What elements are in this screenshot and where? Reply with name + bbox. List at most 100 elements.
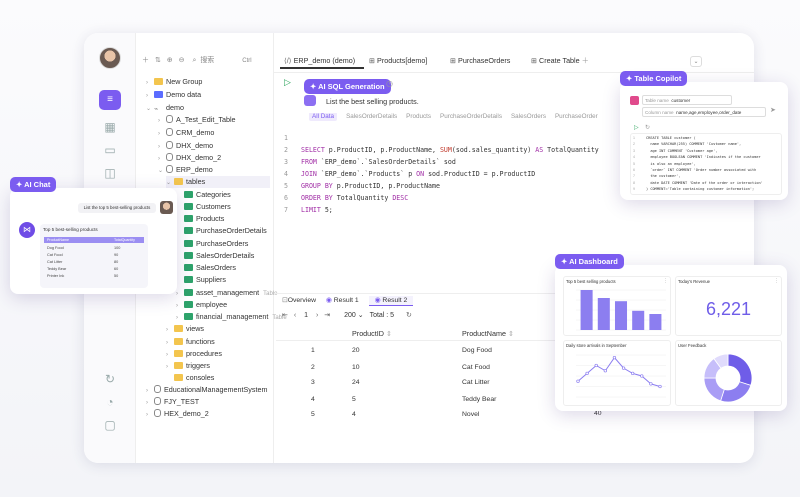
chart-icon[interactable]: ▦ [101,118,119,136]
data-point[interactable] [576,379,580,383]
results-tab-result2[interactable]: ◉ Result 2 [368,296,414,306]
tree-item[interactable]: consoles [166,372,214,384]
table-row[interactable] [276,376,556,391]
bar[interactable] [580,290,593,330]
data-point[interactable] [631,371,635,376]
data-point[interactable] [658,384,662,389]
donut-slice[interactable] [703,377,725,402]
table-row[interactable] [276,344,556,359]
chevron-icon[interactable]: › [146,90,154,102]
tree-item[interactable]: PurchaseOrders [176,238,248,250]
tab-purchaseorders[interactable]: ⊞ PurchaseOrders [450,54,510,70]
table-row[interactable] [276,393,556,408]
tree-item[interactable]: PurchaseOrderDetails [176,225,267,237]
more-icon[interactable]: ⊖ [179,57,185,64]
col-header-productid[interactable]: ProductID ⇕ [352,329,392,338]
revenue-widget-menu-icon[interactable]: ⋮ [774,278,779,284]
tab-products[interactable]: ⊞ Products[demo] [369,54,427,70]
chevron-icon[interactable]: › [166,324,174,336]
bell-icon[interactable]: ◔ [101,393,119,411]
tree-item[interactable]: › EducationalManagementSystem [146,384,267,396]
tab-overflow-button[interactable]: ⌄ [690,56,702,67]
col-header-productname[interactable]: ProductName ⇕ [462,329,514,338]
tree-item[interactable]: › CRM_demo [158,127,214,139]
tree-item[interactable]: SalesOrderDetails [176,250,254,262]
tree-item[interactable]: Products [176,213,224,225]
tree-item[interactable]: › DHX_demo_2 [158,152,221,164]
table-chip[interactable]: PurchaseOrder [555,113,598,120]
database-icon[interactable]: ≡ [99,90,121,110]
grid-icon[interactable]: ◫ [101,164,119,182]
chevron-icon[interactable]: › [146,77,154,89]
data-point[interactable] [603,369,607,373]
tab-create-table[interactable]: ⊞ Create Table ＋ [531,54,589,70]
send-icon[interactable]: ➤ [770,106,776,114]
table-chip[interactable]: SalesOrders [511,113,546,120]
donut-slice[interactable] [727,353,753,386]
tree-item[interactable]: › HEX_demo_2 [146,408,209,420]
bar[interactable] [632,310,645,330]
first-page-icon[interactable]: ⇤ [282,312,288,319]
tree-item[interactable]: › Demo data [146,89,201,101]
run-icon[interactable]: ▷ [284,77,291,88]
tree-item[interactable]: Categories [176,189,231,201]
tree-item[interactable]: › New Group [146,76,202,88]
help-icon[interactable]: ▢ [101,416,119,434]
data-point[interactable] [649,382,653,386]
data-point[interactable] [594,363,598,368]
copilot-run-icon[interactable]: ▷ [634,124,639,131]
chat-icon[interactable]: ▭ [101,141,119,159]
refresh-icon[interactable]: ↻ [101,370,119,388]
bar[interactable] [614,301,628,330]
copilot-refresh-icon[interactable]: ↻ [645,124,650,131]
tree-item[interactable]: › FJY_TEST [146,396,199,408]
results-tab-overview[interactable]: ⊡Overview [282,297,316,304]
table-row[interactable] [276,361,556,376]
donut-slice[interactable] [720,381,752,403]
data-point[interactable] [621,366,626,370]
history-icon[interactable]: ◷ [386,79,393,88]
chevron-icon[interactable]: › [158,115,166,127]
tab-erp-demo[interactable]: ⟨/⟩ ERP_demo (demo) [280,54,364,69]
table-row[interactable] [276,408,556,423]
data-point[interactable] [640,374,644,378]
tree-item[interactable]: › functions [166,336,215,348]
prev-page-icon[interactable]: ‹ [294,312,296,319]
refresh-results-icon[interactable]: ↻ [406,312,412,319]
ai-prompt-box[interactable]: List the best selling products. [304,94,644,109]
table-chip[interactable]: Products [406,113,431,120]
search-input[interactable]: 搜索 [200,57,214,64]
tree-item[interactable]: ⌄ ERP_demo [158,164,213,176]
tree-item[interactable]: › views [166,323,204,335]
bar[interactable] [649,314,662,330]
tree-item[interactable]: SalesOrders [176,262,236,274]
page-size-select[interactable]: 200 ⌄ [344,312,364,319]
chevron-icon[interactable]: › [158,128,166,140]
table-chip[interactable]: PurchaseOrderDetails [440,113,502,120]
chevron-icon[interactable]: › [146,409,154,421]
link-icon[interactable]: ⇅ [155,57,161,64]
user-avatar[interactable] [99,47,121,69]
tree-item[interactable]: Customers [176,201,231,213]
last-page-icon[interactable]: ⇥ [324,312,330,319]
tree-item[interactable]: › procedures [166,348,222,360]
tree-item[interactable]: › employee [176,299,227,311]
next-page-icon[interactable]: › [316,312,318,319]
tree-item[interactable]: ⌄ ⌁ demo [146,102,184,114]
data-point[interactable] [612,355,617,360]
tree-item[interactable]: › asset_management Table [176,287,277,299]
page-number[interactable]: 1 [304,312,308,319]
chevron-icon[interactable]: ⌄ [158,165,166,177]
tree-item[interactable]: Suppliers [176,274,226,286]
tree-item[interactable]: › DHX_demo [158,140,213,152]
tree-item[interactable]: › A_Test_Edit_Table [158,114,236,126]
data-point[interactable] [585,371,589,376]
add-icon[interactable]: ＋ [142,57,149,64]
table-chip[interactable]: All Data [309,113,338,121]
tree-item[interactable]: ⌄ tables [166,176,270,188]
tree-item[interactable]: › financial_management Table [176,311,287,323]
circle-plus-icon[interactable]: ⊕ [167,57,173,64]
bar[interactable] [597,298,610,330]
copilot-table-name-field[interactable]: Table name customer [642,95,732,105]
copilot-column-field[interactable]: Column name name,age,employee,order_date [642,107,766,117]
